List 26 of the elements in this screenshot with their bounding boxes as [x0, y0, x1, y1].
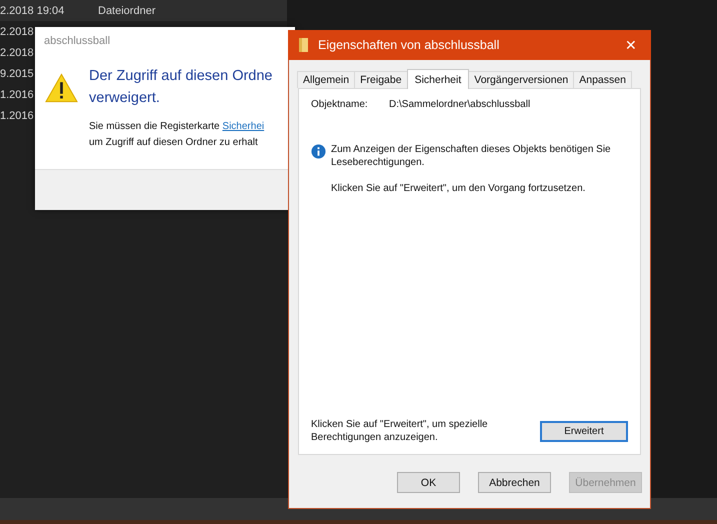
info-icon [311, 144, 326, 159]
advanced-text: Klicken Sie auf "Erweitert", um spezielle Berechtigungen anzuzeigen. [311, 418, 489, 444]
advanced-button[interactable]: Erweitert [540, 420, 628, 442]
tab[interactable]: Allgemein [297, 71, 356, 88]
continue-text: Klicken Sie auf "Erweitert", um den Vorgang fortzusetzen. [331, 183, 586, 194]
window-title: Eigenschaften von abschlussball [318, 38, 500, 52]
folder-icon [298, 37, 310, 53]
tab[interactable]: Sicherheit [406, 69, 470, 89]
close-button[interactable]: ✕ [611, 37, 651, 53]
error-message: Sie müssen die Registerkarte Sicherhei um Zugriff auf diesen Ordner zu erhalt [89, 120, 266, 150]
tab[interactable]: Anpassen [573, 71, 632, 88]
field-label: Objektname: [311, 99, 369, 110]
warning-icon [45, 73, 78, 103]
date-text: 2.2018 [0, 46, 35, 58]
error-heading: Der Zugriff auf diesen Ordne verweigert. [89, 67, 274, 108]
tab[interactable]: Vorgängerversionen [468, 71, 574, 88]
dialog-button[interactable]: OK [397, 472, 460, 493]
info-text: Zum Anzeigen der Eigenschaften dieses Objekts benötigen Sie Leseberechtigungen. [331, 143, 612, 169]
dialog-button[interactable]: Abbrechen [478, 472, 551, 493]
date-text: 2.2018 19:04 [0, 4, 66, 16]
security-link[interactable]: Sicherhei [222, 121, 264, 132]
tab[interactable]: Freigabe [354, 71, 408, 88]
dialog-title: abschlussball [43, 34, 112, 49]
file-row[interactable]: 2.2018 19:04 Dateiordner [0, 0, 287, 21]
type-text: Dateiordner [98, 4, 156, 16]
object-path: D:\Sammelordner\abschlussball [389, 99, 530, 110]
